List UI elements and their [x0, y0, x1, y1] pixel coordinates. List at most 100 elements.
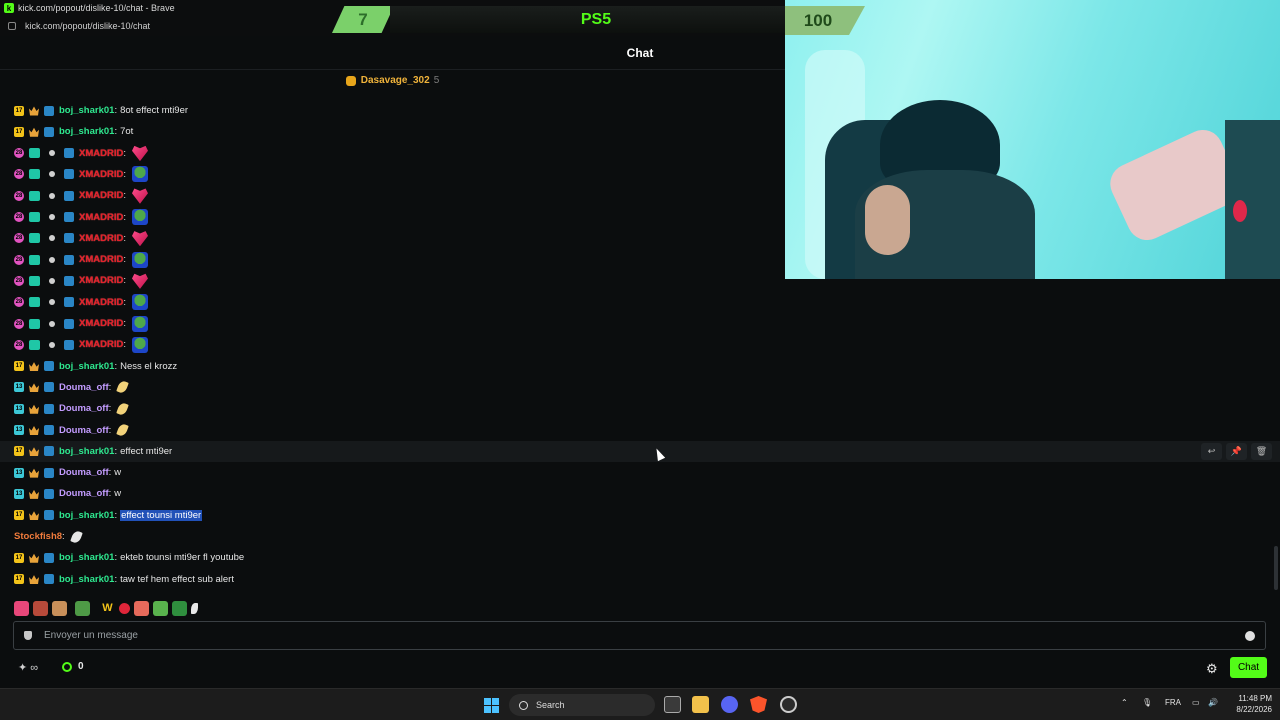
sub-badge-icon[interactable]: 28 [14, 275, 24, 286]
chat-message[interactable]: 17 boj_shark01:8ot effect mti9er [0, 100, 1280, 121]
chat-username[interactable]: XMADRID [79, 148, 123, 159]
quick-emote-face[interactable] [33, 600, 48, 616]
chat-message[interactable]: 28 XMADRID: [0, 292, 1280, 313]
founder-badge-icon[interactable] [29, 190, 40, 201]
crown-badge-icon[interactable] [29, 511, 39, 521]
infinity-icon[interactable]: ✦ ∞ [18, 661, 38, 674]
dot-badge-icon[interactable] [49, 150, 55, 157]
verified-badge-icon[interactable] [64, 297, 74, 308]
verified-badge-icon[interactable] [44, 510, 54, 521]
pin-icon[interactable]: 📌 [1226, 442, 1247, 460]
chat-message[interactable]: 13 Douma_off: w [0, 483, 1280, 504]
sub-badge-icon[interactable]: 13 [14, 425, 24, 435]
founder-badge-icon[interactable] [29, 212, 40, 222]
sub-badge-icon[interactable]: 17 [14, 510, 24, 521]
chat-username[interactable]: boj_shark01 [59, 574, 114, 585]
dot-badge-icon[interactable] [49, 214, 55, 220]
verified-badge-icon[interactable] [44, 467, 54, 478]
chat-message[interactable]: 28 XMADRID: [0, 270, 1280, 291]
sub-badge-icon[interactable]: 28 [14, 212, 24, 222]
chat-message[interactable]: 17 boj_shark01: ekteb tounsi mti9er fl you… [0, 547, 1280, 568]
verified-badge-icon[interactable] [44, 403, 54, 414]
verified-badge-icon[interactable] [44, 382, 54, 393]
chat-username[interactable]: boj_shark01 [59, 446, 114, 457]
founder-badge-icon[interactable] [29, 318, 40, 329]
dot-badge-icon[interactable] [49, 235, 55, 242]
founder-badge-icon[interactable] [29, 339, 40, 350]
chat-message[interactable]: 17 boj_shark01: taw tef hem effect sub ale… [0, 569, 1280, 590]
verified-badge-icon[interactable] [44, 446, 54, 457]
task-view-icon[interactable] [664, 696, 681, 713]
chat-username[interactable]: boj_shark01 [59, 361, 114, 372]
pinned-username[interactable]: Dasavage_302 [361, 75, 430, 86]
sub-badge-icon[interactable]: 28 [14, 318, 24, 329]
windows-start-icon[interactable] [484, 698, 499, 713]
quick-emote-red[interactable] [119, 602, 130, 614]
chat-username[interactable]: XMADRID [79, 339, 123, 350]
crown-badge-icon[interactable] [29, 383, 39, 393]
chat-message[interactable]: 17 boj_shark01: effect tounsi mti9er [0, 505, 1280, 526]
app-circle-icon[interactable] [780, 696, 797, 713]
verified-badge-icon[interactable] [64, 233, 74, 244]
taskbar-search[interactable]: Search [509, 694, 655, 716]
taskbar-clock[interactable]: 11:48 PM 8/22/2026 [1228, 693, 1272, 715]
chat-message[interactable]: 17 boj_shark01: effect mti9er ↩ 📌 🗑 [0, 440, 1280, 462]
emote-picker-icon[interactable] [1245, 630, 1255, 641]
verified-badge-icon[interactable] [44, 425, 54, 435]
chat-message[interactable]: 13 Douma_off: [0, 398, 1280, 419]
chat-message[interactable]: 13 Douma_off: [0, 420, 1280, 441]
chat-message[interactable]: 13 Douma_off: w [0, 462, 1280, 483]
sub-badge-icon[interactable]: 28 [14, 148, 24, 159]
volume-icon[interactable]: 🔊 [1208, 698, 1218, 707]
verified-badge-icon[interactable] [64, 318, 74, 329]
dot-badge-icon[interactable] [49, 192, 55, 199]
trash-icon[interactable]: 🗑 [1251, 442, 1272, 460]
send-chat-button[interactable]: Chat [1230, 657, 1267, 678]
pinned-gift-bar[interactable]: Dasavage_302 5 [0, 70, 785, 91]
chat-username[interactable]: XMADRID [79, 254, 123, 265]
founder-badge-icon[interactable] [29, 169, 40, 180]
language-indicator[interactable]: FRA [1165, 698, 1181, 707]
chat-username[interactable]: XMADRID [79, 169, 123, 180]
chat-username[interactable]: XMADRID [79, 297, 123, 308]
verified-badge-icon[interactable] [64, 254, 74, 265]
founder-badge-icon[interactable] [29, 297, 40, 308]
sub-badge-icon[interactable]: 13 [14, 488, 24, 499]
crown-badge-icon[interactable] [29, 553, 39, 563]
sub-badge-icon[interactable]: 13 [14, 467, 24, 478]
chat-message[interactable]: 28 XMADRID: [0, 185, 1280, 206]
site-info-icon[interactable] [8, 22, 16, 30]
chat-message-list[interactable]: 17 boj_shark01:8ot effect mti9er 17 boj_sha… [0, 91, 1280, 591]
sub-badge-icon[interactable]: 13 [14, 403, 24, 414]
chat-username[interactable]: XMADRID [79, 233, 123, 244]
verified-badge-icon[interactable] [64, 212, 74, 222]
chat-message[interactable]: 17 boj_shark01:7ot [0, 121, 1280, 142]
sub-badge-icon[interactable]: 17 [14, 574, 24, 585]
verified-badge-icon[interactable] [44, 105, 54, 116]
sub-badge-icon[interactable]: 17 [14, 552, 24, 563]
chat-message[interactable]: 28 XMADRID: [0, 143, 1280, 164]
chat-username[interactable]: boj_shark01 [59, 510, 114, 521]
sub-badge-icon[interactable]: 28 [14, 254, 24, 265]
sub-badge-icon[interactable]: 17 [14, 126, 24, 137]
chat-username[interactable]: Douma_off [59, 467, 109, 478]
dot-badge-icon[interactable] [49, 299, 55, 306]
chat-message[interactable]: 28 XMADRID: [0, 207, 1280, 228]
crown-badge-icon[interactable] [29, 404, 39, 414]
chat-username[interactable]: XMADRID [79, 318, 123, 329]
verified-badge-icon[interactable] [64, 275, 74, 286]
sub-badge-icon[interactable]: 28 [14, 169, 24, 180]
sub-badge-icon[interactable]: 28 [14, 233, 24, 244]
quick-emote-frog[interactable] [75, 600, 90, 616]
verified-badge-icon[interactable] [64, 339, 74, 350]
network-icon[interactable]: ▭ [1192, 698, 1200, 707]
sub-badge-icon[interactable]: 13 [14, 382, 24, 393]
chat-username[interactable]: XMADRID [79, 190, 123, 201]
chat-username[interactable]: XMADRID [79, 275, 123, 286]
channel-points-icon[interactable] [62, 662, 72, 672]
dot-badge-icon[interactable] [49, 277, 55, 284]
chat-message[interactable]: 28 XMADRID: [0, 164, 1280, 185]
verified-badge-icon[interactable] [64, 190, 74, 201]
gear-icon[interactable]: ⚙ [1206, 661, 1218, 677]
quick-emote-peach[interactable] [134, 600, 149, 616]
